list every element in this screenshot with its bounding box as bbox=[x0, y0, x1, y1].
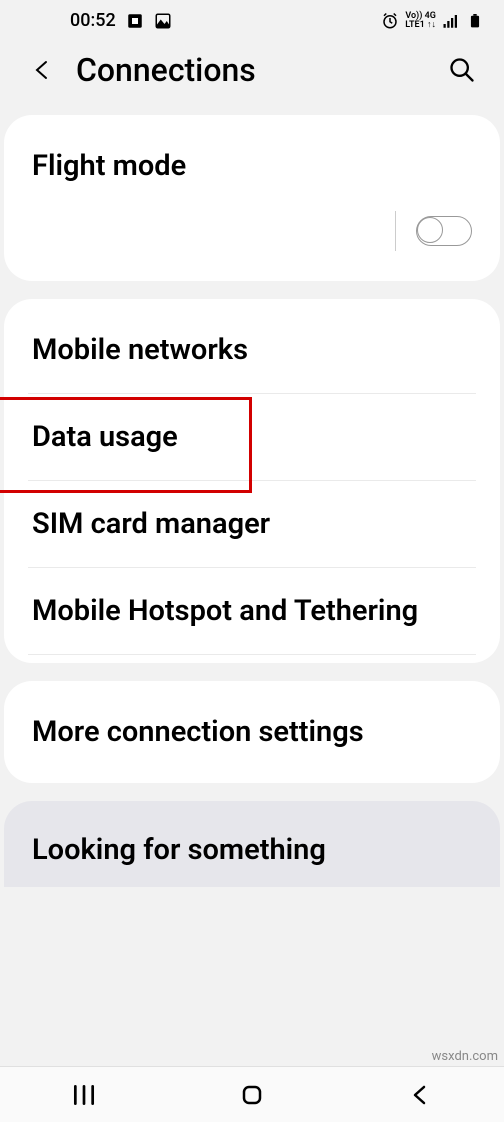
back-button[interactable] bbox=[30, 58, 54, 82]
more-settings-label: More connection settings bbox=[32, 715, 364, 749]
nav-back-button[interactable] bbox=[406, 1081, 434, 1109]
toggle-thumb bbox=[417, 217, 443, 243]
home-button[interactable] bbox=[238, 1081, 266, 1109]
app-header: Connections bbox=[0, 39, 504, 115]
card-more: More connection settings bbox=[4, 681, 500, 783]
status-time: 00:52 bbox=[70, 10, 116, 31]
flight-mode-label: Flight mode bbox=[32, 149, 186, 183]
toggle-divider bbox=[395, 211, 396, 251]
row-flight-mode[interactable]: Flight mode bbox=[28, 123, 476, 273]
page-title: Connections bbox=[76, 51, 426, 89]
nav-bar bbox=[0, 1066, 504, 1122]
hotspot-label: Mobile Hotspot and Tethering bbox=[32, 594, 418, 628]
signal-icon bbox=[442, 12, 460, 30]
volte-label: Vo)) 4G LTE1 ↑↓ bbox=[405, 12, 436, 30]
battery-icon bbox=[466, 12, 484, 30]
flight-mode-toggle[interactable] bbox=[416, 216, 472, 246]
alarm-icon bbox=[381, 12, 399, 30]
watermark: wsxdn.com bbox=[432, 1049, 498, 1064]
row-data-usage[interactable]: Data usage bbox=[28, 394, 476, 481]
row-mobile-networks[interactable]: Mobile networks bbox=[28, 307, 476, 394]
mobile-networks-label: Mobile networks bbox=[32, 333, 248, 367]
row-sim-manager[interactable]: SIM card manager bbox=[28, 481, 476, 568]
stop-icon bbox=[126, 12, 144, 30]
row-more-settings[interactable]: More connection settings bbox=[28, 689, 476, 775]
recents-button[interactable] bbox=[70, 1081, 98, 1109]
sim-manager-label: SIM card manager bbox=[32, 507, 270, 541]
search-prompt-label: Looking for something bbox=[32, 833, 326, 867]
image-icon bbox=[154, 12, 172, 30]
row-hotspot[interactable]: Mobile Hotspot and Tethering bbox=[28, 568, 476, 655]
status-bar: 00:52 Vo)) 4G LTE1 ↑↓ bbox=[0, 0, 504, 39]
card-network: Mobile networks Data usage SIM card mana… bbox=[4, 299, 500, 663]
search-prompt-card[interactable]: Looking for something bbox=[4, 801, 500, 887]
card-flight-mode: Flight mode bbox=[4, 115, 500, 281]
data-usage-label: Data usage bbox=[32, 420, 178, 454]
search-button[interactable] bbox=[448, 56, 476, 84]
